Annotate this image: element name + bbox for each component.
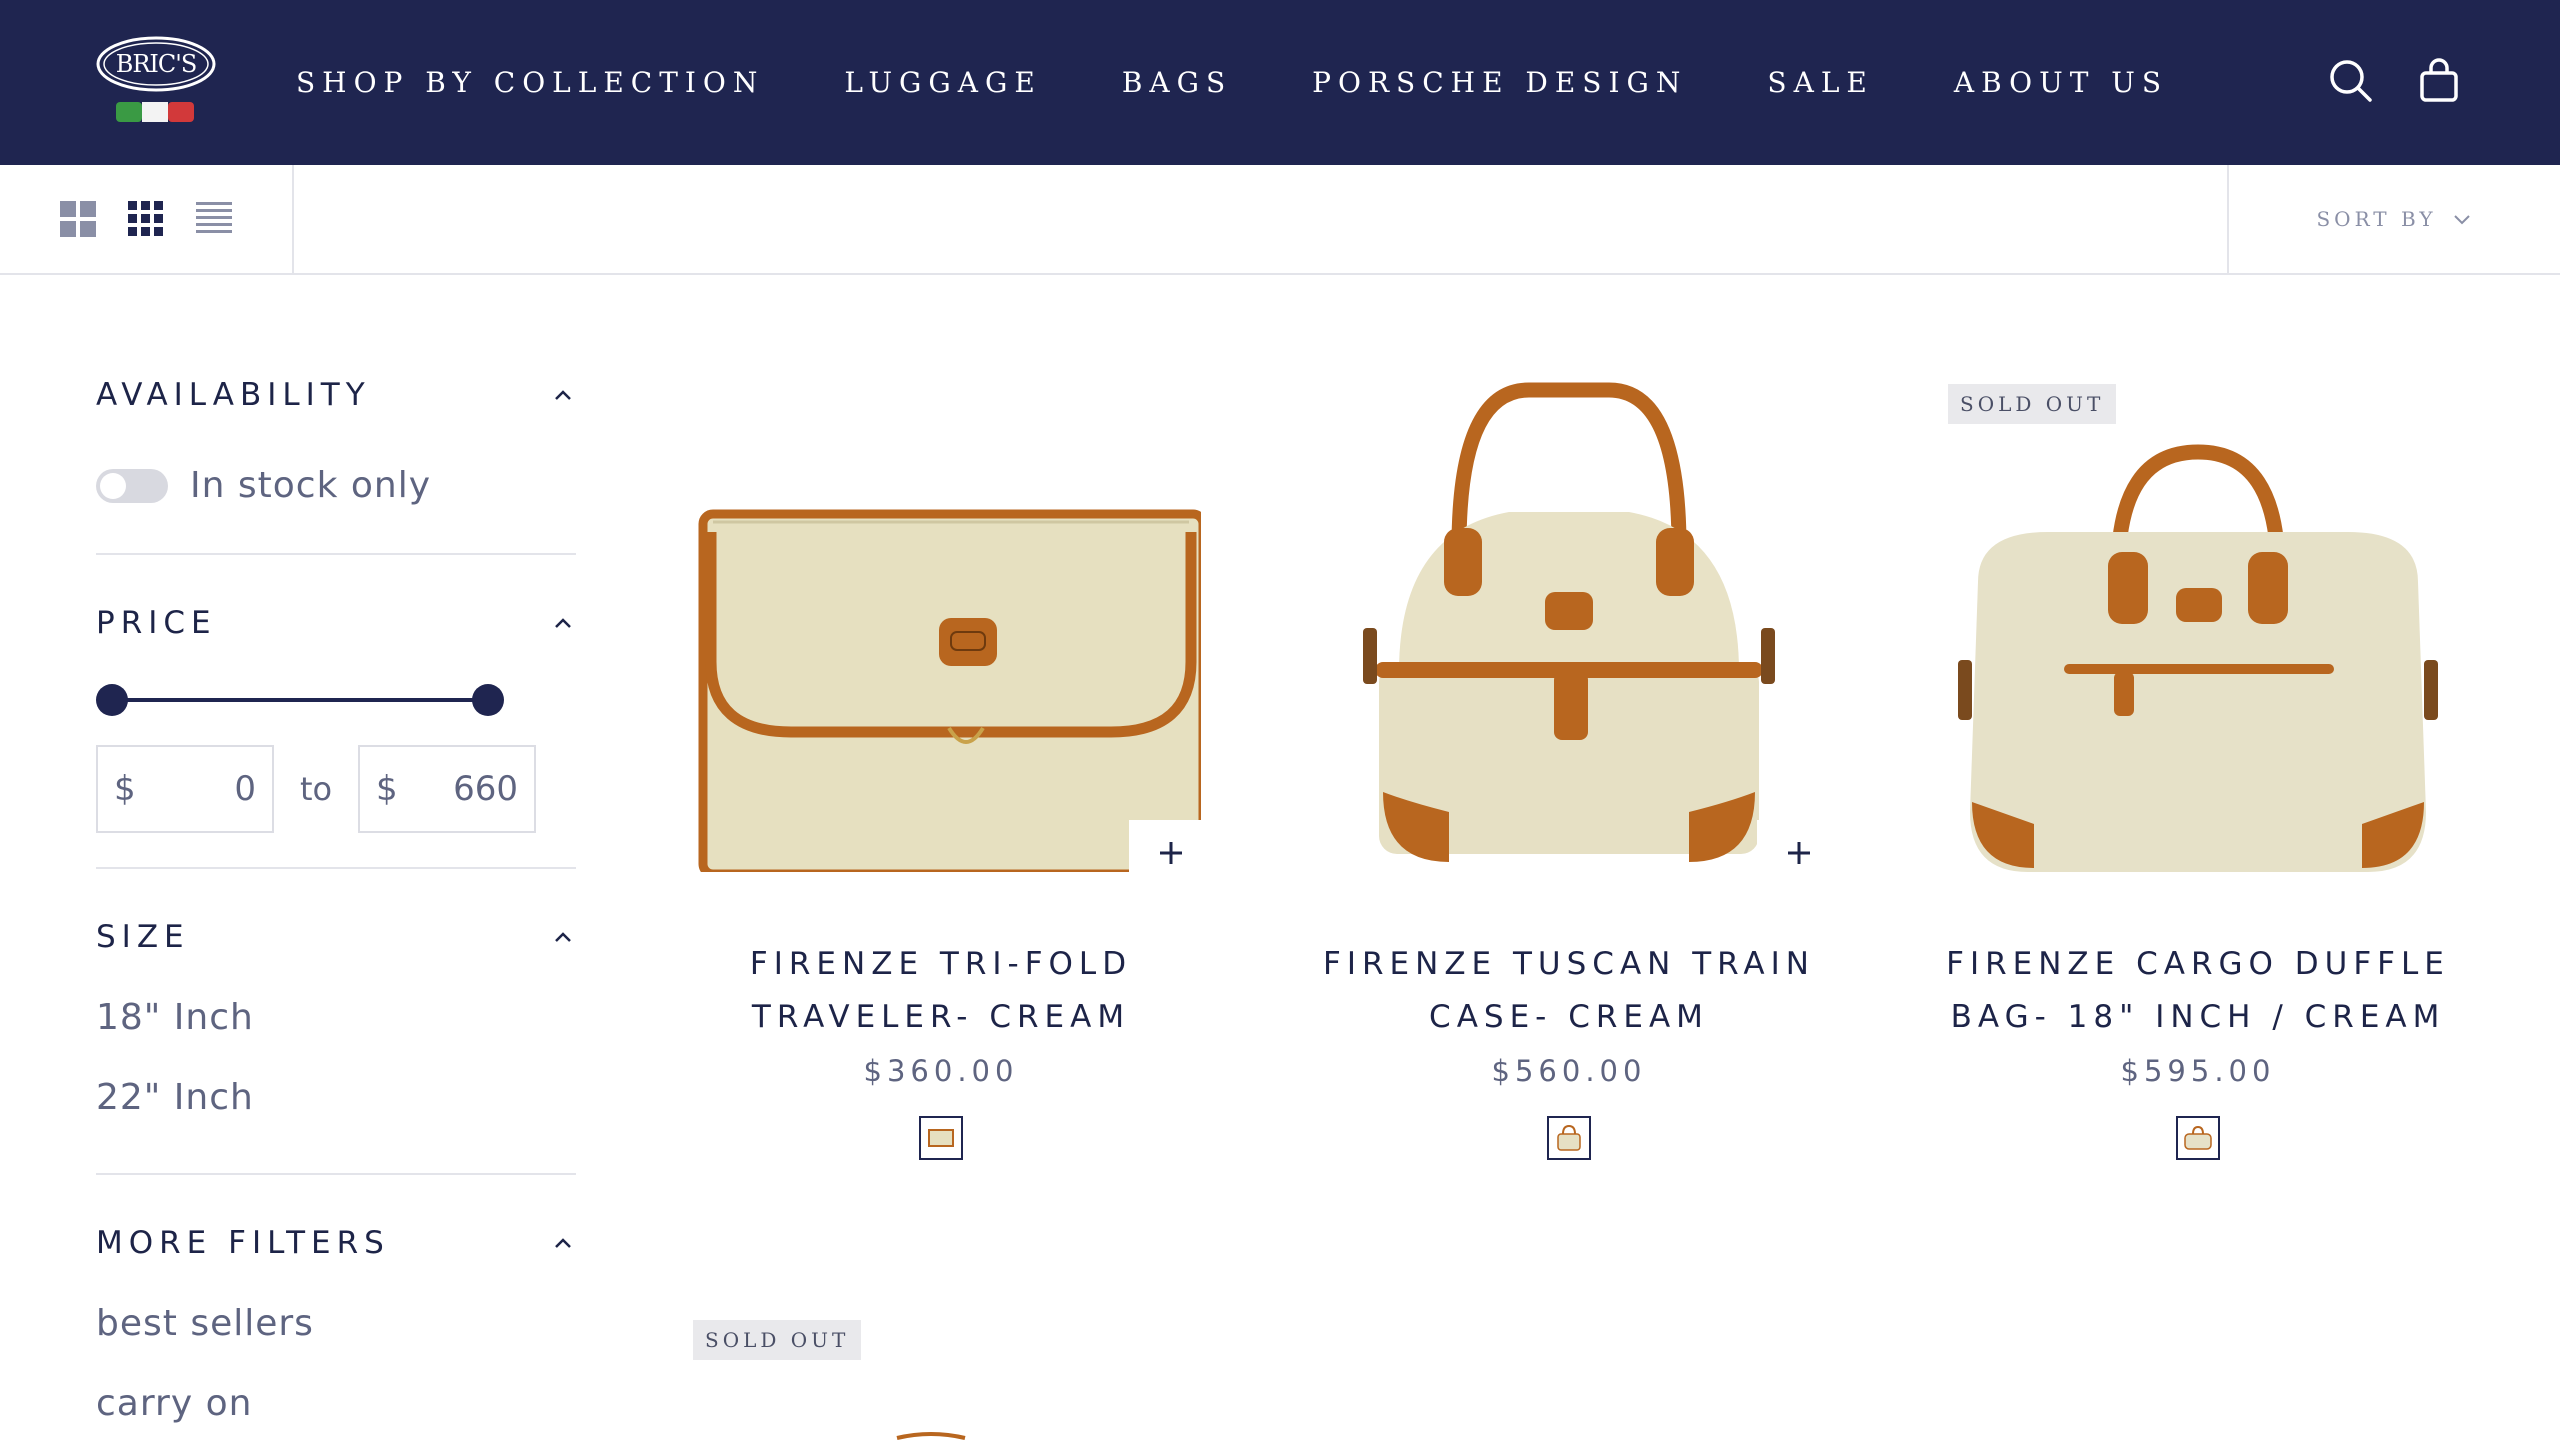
filter-price-title: PRICE bbox=[96, 605, 217, 641]
in-stock-label: In stock only bbox=[190, 465, 432, 506]
filter-more-header[interactable]: MORE FILTERS bbox=[96, 1225, 576, 1261]
chevron-down-icon bbox=[2453, 215, 2470, 225]
nav-luggage[interactable]: LUGGAGE bbox=[844, 66, 1041, 99]
price-max-field: $ bbox=[358, 745, 536, 833]
price-max-handle[interactable] bbox=[472, 684, 504, 716]
product-title-line[interactable]: FIRENZE TRI-FOLD bbox=[661, 938, 1221, 991]
product-image[interactable]: SOLD OUT bbox=[1938, 372, 2458, 872]
filter-size-header[interactable]: SIZE bbox=[96, 919, 576, 955]
product-title-line[interactable]: FIRENZE TUSCAN TRAIN bbox=[1289, 938, 1849, 991]
sort-by-label: SORT BY bbox=[2316, 207, 2437, 231]
product-image[interactable] bbox=[681, 372, 1213, 886]
view-mode-switch bbox=[0, 165, 294, 273]
color-swatch-cream[interactable] bbox=[2176, 1116, 2220, 1160]
sold-out-badge: SOLD OUT bbox=[1948, 384, 2117, 424]
product-price: $595.00 bbox=[2120, 1054, 2276, 1088]
nav-sale[interactable]: SALE bbox=[1767, 66, 1873, 99]
filter-more: MORE FILTERS best sellers carry on bbox=[96, 1175, 576, 1440]
product-title-line[interactable]: TRAVELER- CREAM bbox=[661, 991, 1221, 1044]
filter-availability: AVAILABILITY In stock only bbox=[96, 275, 576, 555]
in-stock-toggle[interactable] bbox=[96, 468, 168, 503]
price-range-slider bbox=[96, 683, 504, 717]
currency-symbol: $ bbox=[376, 769, 398, 809]
product-title-line[interactable]: CASE- CREAM bbox=[1289, 991, 1849, 1044]
chevron-up-icon bbox=[555, 1238, 571, 1248]
price-min-handle[interactable] bbox=[96, 684, 128, 716]
price-min-input[interactable] bbox=[156, 769, 256, 809]
quick-add-button[interactable] bbox=[1757, 820, 1841, 886]
toggle-knob bbox=[100, 472, 126, 499]
filter-more-title: MORE FILTERS bbox=[96, 1225, 390, 1261]
search-icon[interactable] bbox=[2326, 56, 2376, 106]
product-price: $560.00 bbox=[1491, 1054, 1647, 1088]
currency-symbol: $ bbox=[114, 769, 136, 809]
product-card: FIRENZE TRI-FOLD TRAVELER- CREAM $360.00 bbox=[661, 372, 1221, 1160]
price-to-label: to bbox=[299, 770, 333, 808]
collection-toolbar: SORT BY bbox=[0, 165, 2560, 275]
product-title-line[interactable]: BAG- 18" INCH / CREAM bbox=[1918, 991, 2478, 1044]
product-card: SOLD OUT bbox=[661, 1306, 1221, 1440]
quick-add-button[interactable] bbox=[1129, 820, 1213, 886]
cart-bag-icon[interactable] bbox=[2414, 56, 2464, 106]
filter-size-title: SIZE bbox=[96, 919, 190, 955]
sold-out-badge: SOLD OUT bbox=[693, 1320, 862, 1360]
sort-by-dropdown[interactable]: SORT BY bbox=[2227, 165, 2560, 273]
filter-option-best-sellers[interactable]: best sellers bbox=[96, 1303, 314, 1344]
product-price: $360.00 bbox=[863, 1054, 1019, 1088]
color-swatch-cream[interactable] bbox=[1547, 1116, 1591, 1160]
price-min-field: $ bbox=[96, 745, 274, 833]
product-title-line[interactable]: FIRENZE CARGO DUFFLE bbox=[1918, 938, 2478, 991]
color-swatch-cream[interactable] bbox=[919, 1116, 963, 1160]
filter-sidebar: AVAILABILITY In stock only PRICE $ to $ bbox=[96, 275, 576, 1440]
chevron-up-icon bbox=[555, 390, 571, 400]
chevron-up-icon bbox=[555, 618, 571, 628]
filter-size: SIZE 18" Inch 22" Inch bbox=[96, 869, 576, 1175]
grid-large-icon[interactable] bbox=[58, 199, 98, 239]
filter-availability-title: AVAILABILITY bbox=[96, 377, 371, 413]
plus-icon bbox=[1160, 842, 1182, 864]
nav-shop-by-collection[interactable]: SHOP BY COLLECTION bbox=[296, 66, 764, 99]
svg-text:BRIC'S: BRIC'S bbox=[116, 50, 197, 78]
nav-bags[interactable]: BAGS bbox=[1122, 66, 1232, 99]
filter-availability-header[interactable]: AVAILABILITY bbox=[96, 377, 576, 413]
main-nav: SHOP BY COLLECTION LUGGAGE BAGS PORSCHE … bbox=[296, 0, 2248, 165]
price-max-input[interactable] bbox=[418, 769, 518, 809]
price-slider-track bbox=[112, 698, 488, 702]
brics-logo[interactable]: BRIC'S bbox=[94, 34, 218, 130]
chevron-up-icon bbox=[555, 932, 571, 942]
list-icon[interactable] bbox=[194, 199, 234, 239]
filter-price: PRICE $ to $ bbox=[96, 555, 576, 869]
size-option-18[interactable]: 18" Inch bbox=[96, 997, 254, 1038]
filter-option-carry-on[interactable]: carry on bbox=[96, 1383, 252, 1424]
nav-porsche-design[interactable]: PORSCHE DESIGN bbox=[1312, 66, 1687, 99]
plus-icon bbox=[1788, 842, 1810, 864]
site-header: BRIC'S SHOP BY COLLECTION LUGGAGE BAGS P… bbox=[0, 0, 2560, 165]
size-option-22[interactable]: 22" Inch bbox=[96, 1077, 254, 1118]
product-card: FIRENZE TUSCAN TRAIN CASE- CREAM $560.00 bbox=[1289, 372, 1849, 1160]
product-image[interactable] bbox=[891, 1430, 971, 1440]
product-card: SOLD OUT FIRENZE CARGO DUFFLE BAG- 18" I… bbox=[1918, 372, 2478, 1160]
grid-small-icon[interactable] bbox=[126, 199, 166, 239]
nav-about-us[interactable]: ABOUT US bbox=[1954, 66, 2168, 99]
product-image[interactable] bbox=[1309, 372, 1841, 886]
filter-price-header[interactable]: PRICE bbox=[96, 605, 576, 641]
